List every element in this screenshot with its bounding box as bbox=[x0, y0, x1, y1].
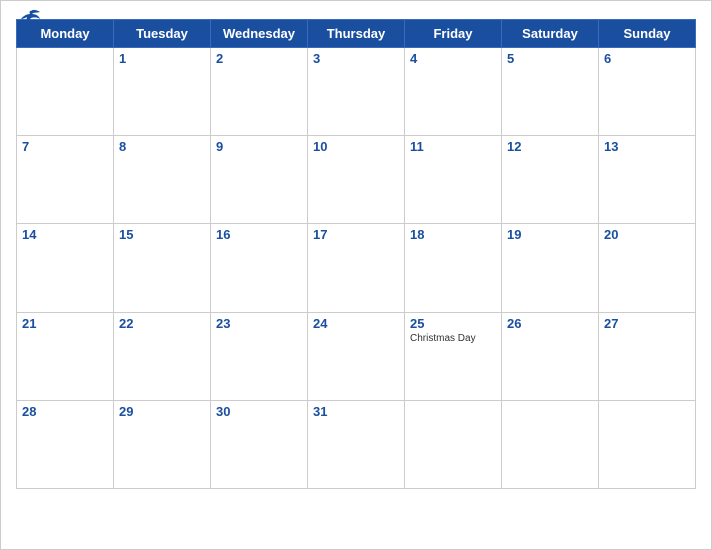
calendar-cell: 4 bbox=[405, 48, 502, 136]
day-number: 16 bbox=[216, 227, 302, 242]
day-number: 23 bbox=[216, 316, 302, 331]
calendar-cell: 29 bbox=[114, 400, 211, 488]
day-number: 24 bbox=[313, 316, 399, 331]
day-number: 22 bbox=[119, 316, 205, 331]
calendar-cell: 12 bbox=[502, 136, 599, 224]
calendar-cell: 7 bbox=[17, 136, 114, 224]
day-number: 31 bbox=[313, 404, 399, 419]
day-number: 19 bbox=[507, 227, 593, 242]
day-number: 26 bbox=[507, 316, 593, 331]
calendar-week-row: 789 10 11 12 13 bbox=[17, 136, 696, 224]
day-number: 15 bbox=[119, 227, 205, 242]
calendar-cell: 14 bbox=[17, 224, 114, 312]
holiday-label: Christmas Day bbox=[410, 333, 496, 344]
calendar-cell: 3 bbox=[308, 48, 405, 136]
calendar-cell bbox=[502, 400, 599, 488]
calendar-cell: 17 bbox=[308, 224, 405, 312]
calendar-cell: 10 bbox=[308, 136, 405, 224]
calendar-cell: 23 bbox=[211, 312, 308, 400]
day-number: 5 bbox=[507, 51, 593, 66]
calendar-week-row: 28 29 30 31 bbox=[17, 400, 696, 488]
day-number: 21 bbox=[22, 316, 108, 331]
day-number: 11 bbox=[410, 139, 496, 154]
calendar-cell: 8 bbox=[114, 136, 211, 224]
calendar-cell: 5 bbox=[502, 48, 599, 136]
day-number: 20 bbox=[604, 227, 690, 242]
day-number: 25 bbox=[410, 316, 496, 331]
calendar-cell bbox=[405, 400, 502, 488]
day-number: 3 bbox=[313, 51, 399, 66]
weekday-header-tuesday: Tuesday bbox=[114, 20, 211, 48]
day-number: 7 bbox=[22, 139, 108, 154]
calendar-cell: 28 bbox=[17, 400, 114, 488]
weekday-header-row: MondayTuesdayWednesdayThursdayFridaySatu… bbox=[17, 20, 696, 48]
day-number: 4 bbox=[410, 51, 496, 66]
calendar-cell: 11 bbox=[405, 136, 502, 224]
calendar-table: MondayTuesdayWednesdayThursdayFridaySatu… bbox=[16, 19, 696, 489]
day-number: 14 bbox=[22, 227, 108, 242]
calendar-week-row: 123456 bbox=[17, 48, 696, 136]
day-number: 12 bbox=[507, 139, 593, 154]
calendar-cell bbox=[17, 48, 114, 136]
day-number: 27 bbox=[604, 316, 690, 331]
day-number: 17 bbox=[313, 227, 399, 242]
calendar-cell: 30 bbox=[211, 400, 308, 488]
day-number: 2 bbox=[216, 51, 302, 66]
day-number: 9 bbox=[216, 139, 302, 154]
calendar-cell bbox=[599, 400, 696, 488]
calendar-wrapper: MondayTuesdayWednesdayThursdayFridaySatu… bbox=[0, 0, 712, 550]
calendar-cell: 19 bbox=[502, 224, 599, 312]
calendar-week-row: 21 22 23 24 25 Christmas Day 26 27 bbox=[17, 312, 696, 400]
day-number: 10 bbox=[313, 139, 399, 154]
calendar-cell: 31 bbox=[308, 400, 405, 488]
day-number: 6 bbox=[604, 51, 690, 66]
calendar-cell: 21 bbox=[17, 312, 114, 400]
calendar-cell: 2 bbox=[211, 48, 308, 136]
logo-area bbox=[16, 11, 42, 27]
weekday-header-wednesday: Wednesday bbox=[211, 20, 308, 48]
day-number: 8 bbox=[119, 139, 205, 154]
calendar-cell: 1 bbox=[114, 48, 211, 136]
calendar-cell: 18 bbox=[405, 224, 502, 312]
calendar-cell: 25 Christmas Day bbox=[405, 312, 502, 400]
day-number: 30 bbox=[216, 404, 302, 419]
calendar-cell: 13 bbox=[599, 136, 696, 224]
calendar-cell: 22 bbox=[114, 312, 211, 400]
calendar-week-row: 14 15 16 17 18 19 20 bbox=[17, 224, 696, 312]
calendar-cell: 20 bbox=[599, 224, 696, 312]
calendar-cell: 24 bbox=[308, 312, 405, 400]
weekday-header-thursday: Thursday bbox=[308, 20, 405, 48]
calendar-cell: 26 bbox=[502, 312, 599, 400]
calendar-cell: 9 bbox=[211, 136, 308, 224]
day-number: 1 bbox=[119, 51, 205, 66]
weekday-header-saturday: Saturday bbox=[502, 20, 599, 48]
calendar-cell: 27 bbox=[599, 312, 696, 400]
calendar-cell: 16 bbox=[211, 224, 308, 312]
day-number: 28 bbox=[22, 404, 108, 419]
weekday-header-sunday: Sunday bbox=[599, 20, 696, 48]
weekday-header-friday: Friday bbox=[405, 20, 502, 48]
day-number: 29 bbox=[119, 404, 205, 419]
day-number: 18 bbox=[410, 227, 496, 242]
calendar-cell: 15 bbox=[114, 224, 211, 312]
calendar-cell: 6 bbox=[599, 48, 696, 136]
logo-bird-icon bbox=[20, 9, 42, 27]
calendar-body: 1234567891011121314151617181920212223242… bbox=[17, 48, 696, 489]
day-number: 13 bbox=[604, 139, 690, 154]
calendar-thead: MondayTuesdayWednesdayThursdayFridaySatu… bbox=[17, 20, 696, 48]
